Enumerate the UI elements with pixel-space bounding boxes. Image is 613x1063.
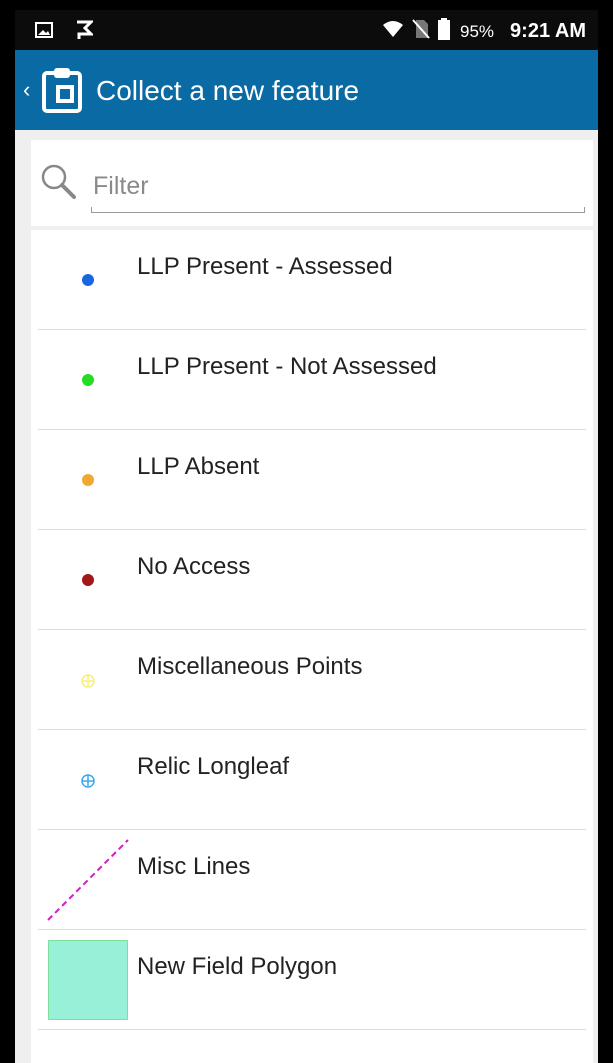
clipboard-icon[interactable] xyxy=(40,67,86,118)
feature-item-miscellaneous-points[interactable]: Miscellaneous Points xyxy=(38,630,586,730)
battery-percent: 95% xyxy=(460,21,495,41)
feature-item-new-field-polygon[interactable]: New Field Polygon xyxy=(38,930,586,1030)
green-point-symbol xyxy=(82,374,94,386)
feature-label: Miscellaneous Points xyxy=(137,653,363,680)
filter-input[interactable] xyxy=(91,168,585,204)
blue-crosshair-symbol xyxy=(80,773,96,794)
feature-label: Relic Longleaf xyxy=(137,753,290,780)
status-bar: 95% 9:21 AM xyxy=(15,10,598,50)
device-screen: 95% 9:21 AM ‹ Collect a new feature LL xyxy=(15,10,598,1063)
feature-item-llp-absent[interactable]: LLP Absent xyxy=(38,430,586,530)
feature-label: LLP Absent xyxy=(137,453,260,480)
page-title: Collect a new feature xyxy=(96,75,360,106)
feature-label: No Access xyxy=(137,553,251,580)
blue-point-symbol xyxy=(82,274,94,286)
feature-label: New Field Polygon xyxy=(137,953,338,980)
wifi-icon xyxy=(382,20,404,43)
clock: 9:21 AM xyxy=(510,20,586,42)
feature-label: Misc Lines xyxy=(137,853,251,880)
feature-item-no-access[interactable]: No Access xyxy=(38,530,586,630)
yellow-crosshair-symbol xyxy=(80,673,96,694)
filter-bar xyxy=(31,140,593,226)
app-bar: ‹ Collect a new feature xyxy=(15,50,598,130)
flag-notification-icon xyxy=(75,20,95,45)
battery-icon xyxy=(438,18,451,45)
orange-point-symbol xyxy=(82,474,94,486)
dashed-line-symbol xyxy=(46,838,130,927)
polygon-symbol xyxy=(48,940,128,1020)
no-sim-icon xyxy=(412,19,430,44)
feature-item-llp-present-not-assessed[interactable]: LLP Present - Not Assessed xyxy=(38,330,586,430)
red-point-symbol xyxy=(82,574,94,586)
gallery-notification-icon xyxy=(35,22,53,43)
feature-item-llp-present-assessed[interactable]: LLP Present - Assessed xyxy=(38,230,586,330)
feature-item-misc-lines[interactable]: Misc Lines xyxy=(38,830,586,930)
feature-item-relic-longleaf[interactable]: Relic Longleaf xyxy=(38,730,586,830)
feature-template-list: LLP Present - Assessed LLP Present - Not… xyxy=(31,230,593,1063)
filter-underline xyxy=(91,207,585,213)
feature-label: LLP Present - Assessed xyxy=(137,253,393,280)
search-icon[interactable] xyxy=(39,162,79,207)
feature-label: LLP Present - Not Assessed xyxy=(137,353,437,380)
back-chevron-icon[interactable]: ‹ xyxy=(23,77,30,103)
